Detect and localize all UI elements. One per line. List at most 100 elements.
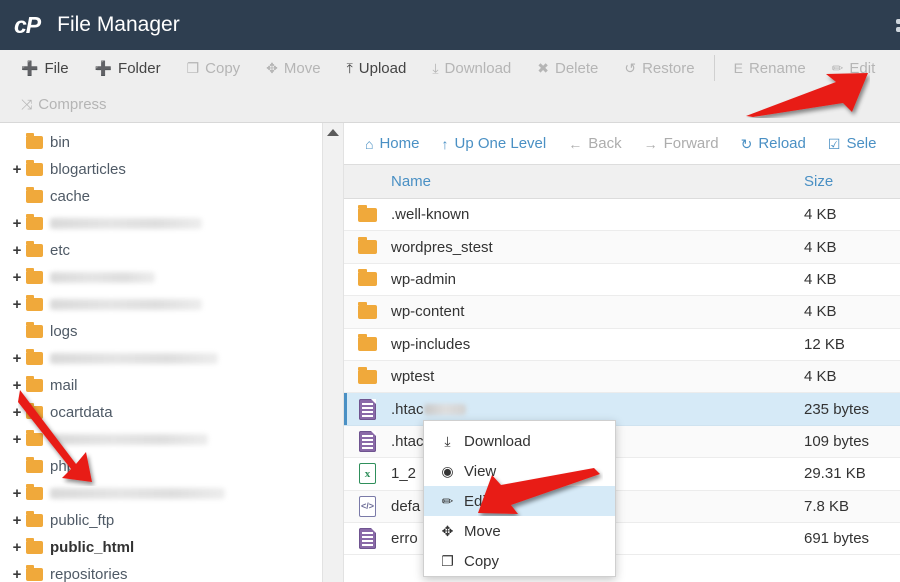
toolbar-button-copy: ❐ Copy	[174, 53, 254, 83]
sidebar-item-redacted-11[interactable]: +	[0, 426, 322, 453]
sidebar-item-label	[50, 353, 218, 364]
context-menu-item-move[interactable]: ✥ Move	[424, 516, 615, 546]
file-size: 4 KB	[804, 206, 900, 223]
toolbar-button-upload[interactable]: ⤒ Upload	[334, 53, 420, 83]
file-name: 1_2	[391, 465, 416, 482]
sidebar-item-redacted-6[interactable]: +	[0, 291, 322, 318]
sidebar-item-php[interactable]: +php	[0, 453, 322, 480]
file-name: wp-includes	[391, 336, 470, 353]
folder-icon	[26, 163, 43, 176]
expand-plus-icon[interactable]: +	[10, 405, 24, 420]
toolbar-button-label: Compress	[38, 96, 106, 113]
sidebar-scroll-gutter[interactable]	[322, 123, 344, 582]
table-row[interactable]: .well-known 4 KB	[344, 199, 900, 231]
nav-button-label: Reload	[758, 136, 806, 151]
sidebar-item-redacted-13[interactable]: +	[0, 480, 322, 507]
toolbar-button-label: Copy	[205, 60, 240, 77]
toolbar-button-folder[interactable]: ➕ Folder	[82, 53, 174, 83]
file-size: 691 bytes	[804, 530, 900, 547]
expand-plus-icon[interactable]: +	[10, 513, 24, 528]
file-context-menu[interactable]: ⤓ Download ◉ View ✏ Edit ✥ Move ❐ Copy	[423, 420, 616, 577]
expand-plus-icon[interactable]: +	[10, 432, 24, 447]
file-size: 29.31 KB	[804, 465, 900, 482]
plus-icon: ➕	[21, 61, 38, 75]
folder-icon	[26, 190, 43, 203]
file-name-cell: wptest	[391, 368, 804, 385]
times-icon: ✖	[537, 61, 549, 75]
nav-button-up-one-level[interactable]: ↑ Up One Level	[430, 136, 557, 151]
sidebar-item-public_ftp[interactable]: + public_ftp	[0, 507, 322, 534]
file-table-header: Name Size	[344, 165, 900, 199]
sidebar-item-mail[interactable]: + mail	[0, 372, 322, 399]
context-menu-item-edit[interactable]: ✏ Edit	[424, 486, 615, 516]
expand-plus-icon[interactable]: +	[10, 162, 24, 177]
folder-icon	[26, 514, 43, 527]
expand-plus-icon[interactable]: +	[10, 351, 24, 366]
column-header-name[interactable]: Name	[391, 173, 804, 190]
expand-plus-icon[interactable]: +	[10, 216, 24, 231]
expand-plus-icon[interactable]: +	[10, 486, 24, 501]
file-icon-cell	[344, 240, 391, 254]
folder-icon	[26, 136, 43, 149]
file-size: 235 bytes	[804, 401, 900, 418]
file-icon-cell: x	[344, 463, 391, 484]
file-size: 4 KB	[804, 368, 900, 385]
nav-button-reload[interactable]: ↻ Reload	[730, 136, 817, 151]
file-icon-cell	[344, 305, 391, 319]
column-header-size[interactable]: Size	[804, 173, 900, 190]
expand-plus-icon[interactable]: +	[10, 540, 24, 555]
context-menu-item-view[interactable]: ◉ View	[424, 456, 615, 486]
folder-icon	[26, 460, 43, 473]
sidebar-item-ocartdata[interactable]: + ocartdata	[0, 399, 322, 426]
sidebar-item-repositories[interactable]: + repositories	[0, 561, 322, 582]
sidebar-item-redacted-3[interactable]: +	[0, 210, 322, 237]
download-icon: ⤓	[432, 61, 438, 75]
toolbar-button-file[interactable]: ➕ File	[8, 53, 82, 83]
table-row[interactable]: wp-includes 12 KB	[344, 329, 900, 361]
sidebar-item-label: ocartdata	[50, 405, 113, 420]
expand-plus-icon[interactable]: +	[10, 243, 24, 258]
sidebar-item-logs[interactable]: +logs	[0, 318, 322, 345]
expand-plus-icon[interactable]: +	[10, 378, 24, 393]
file-name-cell: wp-includes	[391, 336, 804, 353]
sidebar-item-label	[50, 299, 202, 310]
toolbar-button-delete: ✖ Delete	[524, 53, 611, 83]
toolbar-separator	[714, 55, 715, 81]
eye-icon: ◉	[440, 463, 455, 480]
sidebar-item-public_html[interactable]: + public_html	[0, 534, 322, 561]
expand-plus-icon[interactable]: +	[10, 270, 24, 285]
nav-button-sele[interactable]: ☑ Sele	[817, 136, 888, 151]
file-size: 109 bytes	[804, 433, 900, 450]
folder-icon	[26, 406, 43, 419]
sidebar-item-cache[interactable]: +cache	[0, 183, 322, 210]
folder-icon	[358, 272, 377, 286]
sidebar-item-etc[interactable]: + etc	[0, 237, 322, 264]
sidebar-item-bin[interactable]: +bin	[0, 129, 322, 156]
expand-plus-icon[interactable]: +	[10, 567, 24, 582]
table-row[interactable]: wp-content 4 KB	[344, 296, 900, 328]
file-name-cell: .well-known	[391, 206, 804, 223]
file-name-cell: .htac	[391, 401, 804, 418]
context-menu-item-copy[interactable]: ❐ Copy	[424, 546, 615, 576]
sidebar-item-redacted-5[interactable]: +	[0, 264, 322, 291]
toolbar-button-label: Upload	[359, 60, 407, 77]
home-icon: ⌂	[365, 137, 373, 151]
file-icon-cell	[344, 208, 391, 222]
scroll-up-caret-icon[interactable]	[327, 129, 339, 136]
table-row[interactable]: wp-admin 4 KB	[344, 264, 900, 296]
table-row[interactable]: wordpres_stest 4 KB	[344, 231, 900, 263]
nav-button-home[interactable]: ⌂ Home	[354, 136, 430, 151]
folder-icon	[26, 541, 43, 554]
folder-icon	[26, 379, 43, 392]
copy-icon: ❐	[187, 61, 200, 75]
sidebar-item-label: repositories	[50, 567, 128, 582]
sidebar-item-blogarticles[interactable]: + blogarticles	[0, 156, 322, 183]
context-menu-item-download[interactable]: ⤓ Download	[424, 426, 615, 456]
expand-plus-icon[interactable]: +	[10, 297, 24, 312]
checkbox-icon: ☑	[828, 137, 841, 151]
table-row[interactable]: wptest 4 KB	[344, 361, 900, 393]
toolbar-button-label: Move	[284, 60, 321, 77]
directory-tree-sidebar: +bin+blogarticles+cache++etc+++logs++mai…	[0, 123, 322, 582]
stacked-bars-icon[interactable]	[886, 19, 900, 33]
sidebar-item-redacted-8[interactable]: +	[0, 345, 322, 372]
